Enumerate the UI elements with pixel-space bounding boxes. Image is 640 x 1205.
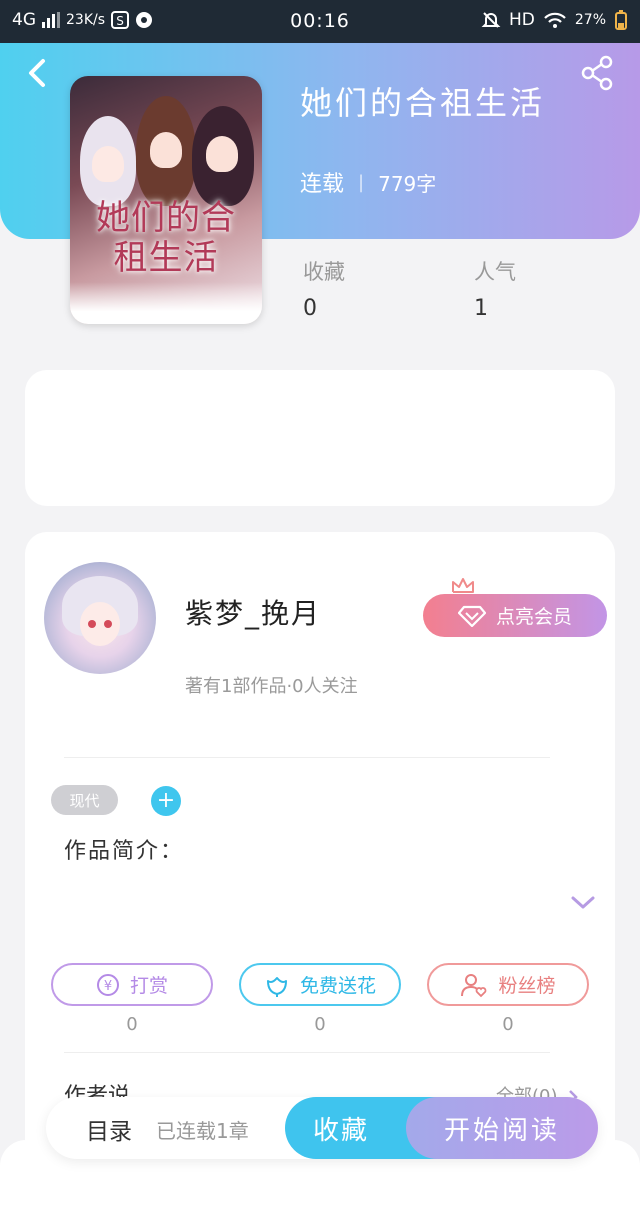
status-bar: 4G 23K/s S 00:16 HD 27% xyxy=(0,0,640,43)
fan-ranking-label: 粉丝榜 xyxy=(498,975,556,997)
cover-title: 她们的合 租生活 xyxy=(70,198,262,278)
avatar-eye-right xyxy=(104,620,112,628)
mute-bell-icon xyxy=(481,12,501,28)
send-flower-label: 免费送花 xyxy=(299,975,376,997)
chevron-down-icon[interactable] xyxy=(570,893,596,913)
battery-percent: 27% xyxy=(574,12,606,28)
author-divider xyxy=(64,757,550,758)
toc-chapter-count[interactable]: 已连载1章 xyxy=(156,1115,249,1144)
book-title: 她们的合祖生活 xyxy=(300,84,546,122)
cover-face-right xyxy=(206,136,238,172)
flower-count: 0 xyxy=(314,1014,326,1035)
collect-button-label: 收藏 xyxy=(313,1115,370,1146)
popularity-stat-label: 人气 xyxy=(474,260,516,284)
start-reading-label: 开始阅读 xyxy=(443,1115,560,1146)
book-word-count: 779字 xyxy=(378,171,437,196)
battery-icon xyxy=(615,10,627,30)
tip-button-label: 打赏 xyxy=(129,975,168,997)
yen-coin-icon: ¥ xyxy=(96,973,119,996)
tip-count: 0 xyxy=(126,1014,138,1035)
popularity-stat-value: 1 xyxy=(474,296,488,321)
cover-title-line2: 租生活 xyxy=(113,238,219,278)
author-name[interactable]: 紫梦_挽月 xyxy=(185,592,321,632)
empty-info-card xyxy=(25,370,615,506)
start-reading-button[interactable]: 开始阅读 xyxy=(406,1097,598,1159)
tip-button[interactable]: ¥ 打赏 xyxy=(51,963,213,1006)
cover-face-left xyxy=(92,146,124,182)
intro-label: 作品简介： xyxy=(64,839,185,864)
genre-tag[interactable]: 现代 xyxy=(51,785,118,815)
add-tag-button[interactable]: + xyxy=(151,786,181,816)
diamond-icon xyxy=(457,605,486,627)
crown-icon xyxy=(452,578,474,593)
flower-icon xyxy=(266,976,287,997)
book-status: 连载 xyxy=(300,172,345,197)
wifi-icon xyxy=(544,12,566,28)
actions-divider xyxy=(64,1052,550,1053)
share-button[interactable] xyxy=(580,55,616,91)
book-cover[interactable]: 她们的合 租生活 xyxy=(70,76,262,324)
cover-title-line1: 她们的合 xyxy=(96,198,236,238)
vip-button-label: 点亮会员 xyxy=(495,606,572,628)
user-heart-icon xyxy=(461,973,487,997)
fan-ranking-button[interactable]: 粉丝榜 xyxy=(427,963,589,1006)
back-button[interactable] xyxy=(22,55,52,91)
share-icon xyxy=(581,55,613,91)
avatar-eye-left xyxy=(88,620,96,628)
author-summary: 著有1部作品·0人关注 xyxy=(185,676,358,697)
send-flower-button[interactable]: 免费送花 xyxy=(239,963,401,1006)
avatar-face xyxy=(80,602,120,646)
cover-bottom-fade xyxy=(70,282,262,324)
svg-text:¥: ¥ xyxy=(104,979,112,994)
fan-count: 0 xyxy=(502,1014,514,1035)
status-right: HD 27% xyxy=(481,10,628,30)
collect-stat-value: 0 xyxy=(303,296,317,321)
meta-separator: | xyxy=(358,171,365,193)
book-meta: 连载 | 779字 xyxy=(300,166,436,198)
author-avatar[interactable] xyxy=(44,562,156,674)
toc-button[interactable]: 目录 xyxy=(86,1112,132,1146)
chevron-left-icon xyxy=(29,59,45,87)
cover-face-center xyxy=(150,132,182,168)
vip-button[interactable]: 点亮会员 xyxy=(423,594,607,637)
hd-indicator: HD xyxy=(509,10,535,30)
collect-stat-label: 收藏 xyxy=(303,260,345,284)
